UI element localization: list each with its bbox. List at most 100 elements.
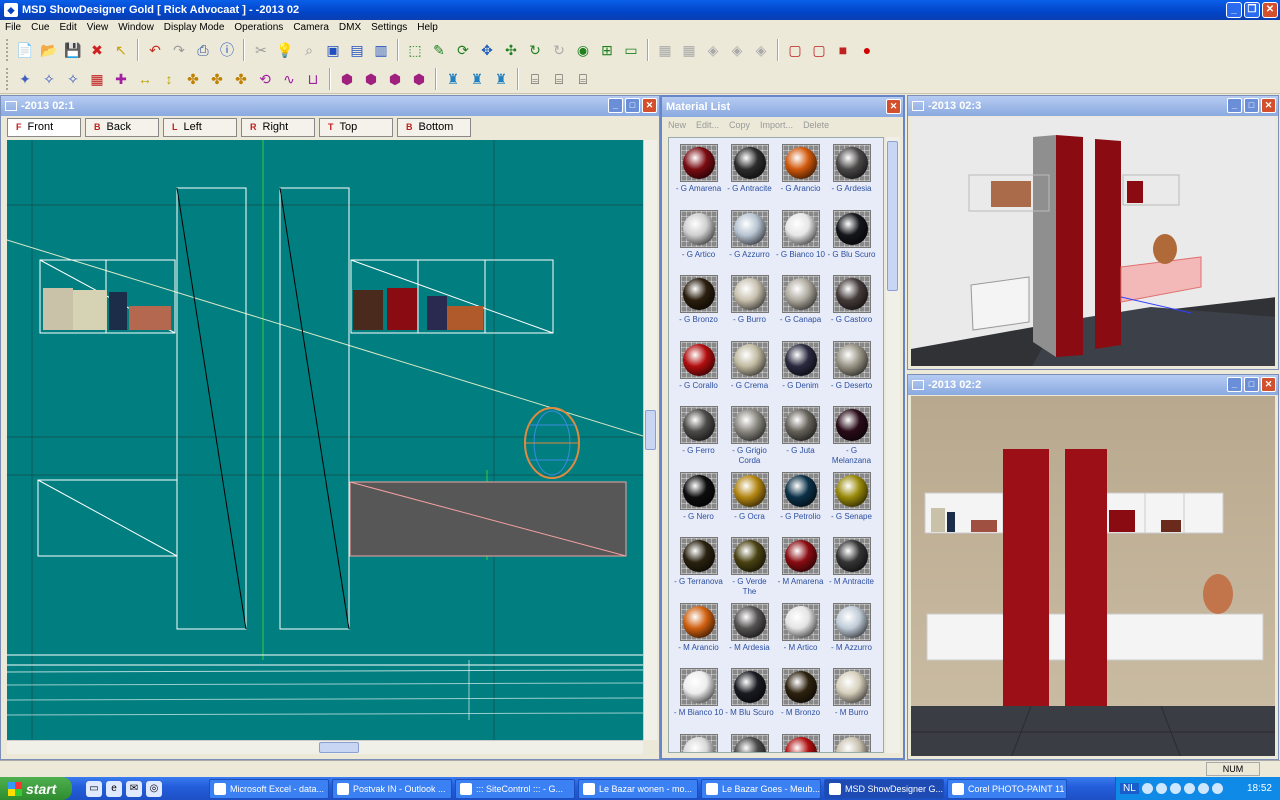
- view-tab-right[interactable]: R Right: [241, 117, 315, 137]
- display-mode-icon[interactable]: ▭: [621, 40, 641, 60]
- light-tool-icon[interactable]: ✧: [39, 69, 59, 89]
- menu-item-cue[interactable]: Cue: [26, 22, 54, 33]
- material-item[interactable]: - M Antracite: [826, 537, 877, 603]
- material-item[interactable]: - G Ferro: [673, 406, 724, 472]
- material-item[interactable]: - M Bronzo: [775, 668, 826, 734]
- taskbar-button[interactable]: Postvak IN - Outlook ...: [332, 778, 452, 799]
- tray-icon[interactable]: [1183, 783, 1195, 794]
- menu-item-file[interactable]: File: [0, 22, 26, 33]
- print-icon[interactable]: ⎙: [193, 40, 213, 60]
- scroll-thumb[interactable]: [319, 742, 359, 753]
- scroll-thumb[interactable]: [887, 141, 898, 291]
- cube-solid-icon[interactable]: ■: [833, 40, 853, 60]
- menu-item-operations[interactable]: Operations: [229, 22, 288, 33]
- box2-icon[interactable]: ▦: [679, 40, 699, 60]
- close-icon[interactable]: ✕: [1261, 377, 1276, 392]
- truss-icon[interactable]: ⌸: [525, 69, 545, 89]
- refresh-disabled-icon[interactable]: ↻: [549, 40, 569, 60]
- restore-button[interactable]: ❐: [1244, 2, 1260, 18]
- material-item[interactable]: [724, 733, 775, 752]
- material-grid[interactable]: - G Amarena - G Antracite - G Arancio - G A…: [668, 137, 884, 753]
- view-tab-left[interactable]: L Left: [163, 117, 237, 137]
- shape3-icon[interactable]: ◈: [751, 40, 771, 60]
- object-icon[interactable]: ⬢: [337, 69, 357, 89]
- taskbar-button[interactable]: MSD ShowDesigner G...: [824, 778, 944, 799]
- ie-icon[interactable]: e: [106, 780, 122, 797]
- material-action-copy[interactable]: Copy: [729, 120, 750, 130]
- material-item[interactable]: - G Verde The: [724, 537, 775, 603]
- document-icon[interactable]: ▣: [323, 40, 343, 60]
- material-item[interactable]: - G Deserto: [826, 340, 877, 407]
- material-item[interactable]: - G Senape: [826, 471, 877, 538]
- figure3-icon[interactable]: ♜: [491, 69, 511, 89]
- material-item[interactable]: - M Azzurro: [826, 602, 877, 669]
- material-item[interactable]: - G Arancio: [775, 144, 826, 210]
- tray-icon[interactable]: [1197, 783, 1209, 794]
- tray-icon[interactable]: [1169, 783, 1181, 794]
- material-item[interactable]: [826, 733, 877, 752]
- material-list-titlebar[interactable]: Material List ✕: [662, 97, 903, 117]
- base-cabinet-right-selected[interactable]: [349, 481, 627, 557]
- menu-item-settings[interactable]: Settings: [366, 22, 412, 33]
- material-item[interactable]: - G Artico: [673, 209, 724, 276]
- close-icon[interactable]: ✕: [1261, 98, 1276, 113]
- info-icon[interactable]: ⓘ: [217, 40, 237, 60]
- tray-icon[interactable]: [1141, 783, 1153, 794]
- rotate-tool-icon[interactable]: ⟲: [255, 69, 275, 89]
- material-item[interactable]: - G Terranova: [673, 537, 724, 603]
- material-action-import[interactable]: Import...: [760, 120, 793, 130]
- view-tab-back[interactable]: B Back: [85, 117, 159, 137]
- taskbar-button[interactable]: Microsoft Excel - data...: [209, 778, 329, 799]
- minimize-button[interactable]: _: [1226, 2, 1242, 18]
- fixture-tool-icon[interactable]: ✦: [15, 69, 35, 89]
- material-item[interactable]: - G Ardesia: [826, 144, 877, 210]
- split-view-icon[interactable]: ⊞: [597, 40, 617, 60]
- save-icon[interactable]: 💾: [63, 40, 83, 60]
- cube-wire-icon[interactable]: ▢: [809, 40, 829, 60]
- chrome-icon[interactable]: ◎: [146, 780, 162, 797]
- material-item[interactable]: - G Grigio Corda: [724, 406, 775, 472]
- menu-item-camera[interactable]: Camera: [288, 22, 334, 33]
- viewport-vertical-scrollbar[interactable]: [643, 140, 657, 740]
- material-item[interactable]: - M Bianco 10: [673, 668, 724, 734]
- close-icon[interactable]: ✕: [886, 99, 901, 114]
- menu-item-help[interactable]: Help: [412, 22, 443, 33]
- material-item[interactable]: - M Blu Scuro: [724, 668, 775, 734]
- material-vertical-scrollbar[interactable]: [886, 137, 900, 753]
- select-rect-icon[interactable]: ⬚: [405, 40, 425, 60]
- material-item[interactable]: - G Blu Scuro: [826, 209, 877, 276]
- eye-icon[interactable]: ◉: [573, 40, 593, 60]
- viewport-titlebar[interactable]: -2013 02:2 _ □ ✕: [908, 375, 1278, 395]
- cad-drawing[interactable]: [7, 140, 643, 740]
- material-item[interactable]: [673, 733, 724, 752]
- perspective-viewport-2-window[interactable]: -2013 02:2 _ □ ✕: [907, 374, 1279, 760]
- move-v-icon[interactable]: ↕: [159, 69, 179, 89]
- undo-icon[interactable]: ↶: [145, 40, 165, 60]
- taskbar-button[interactable]: ::: SiteControl ::: - G...: [455, 778, 575, 799]
- material-item[interactable]: - G Denim: [775, 340, 826, 407]
- material-item[interactable]: - G Juta: [775, 406, 826, 472]
- material-item[interactable]: - G Azzurro: [724, 209, 775, 276]
- light2-icon[interactable]: ✧: [63, 69, 83, 89]
- material-item[interactable]: - G Corallo: [673, 340, 724, 407]
- box-icon[interactable]: ▦: [655, 40, 675, 60]
- cut-icon[interactable]: ✂: [251, 40, 271, 60]
- tray-icon[interactable]: [1155, 783, 1167, 794]
- material-item[interactable]: - G Castoro: [826, 275, 877, 341]
- language-indicator[interactable]: NL: [1120, 783, 1139, 794]
- cad-viewport-canvas[interactable]: [7, 140, 643, 740]
- taskbar-button[interactable]: Corel PHOTO-PAINT 11: [947, 778, 1067, 799]
- object3-icon[interactable]: ⬢: [385, 69, 405, 89]
- book-icon[interactable]: ▥: [371, 40, 391, 60]
- material-item[interactable]: - M Ardesia: [724, 602, 775, 669]
- redo-icon[interactable]: ↷: [169, 40, 189, 60]
- align2-icon[interactable]: ✤: [207, 69, 227, 89]
- delete-icon[interactable]: ✖: [87, 40, 107, 60]
- pointer-icon[interactable]: ↖: [111, 40, 131, 60]
- view-tab-front[interactable]: F Front: [7, 117, 81, 137]
- maximize-icon[interactable]: □: [625, 98, 640, 113]
- minimize-icon[interactable]: _: [1227, 377, 1242, 392]
- perspective-viewport-3-window[interactable]: -2013 02:3 _ □ ✕: [907, 95, 1279, 370]
- render-view-2[interactable]: [911, 396, 1275, 756]
- maximize-icon[interactable]: □: [1244, 377, 1259, 392]
